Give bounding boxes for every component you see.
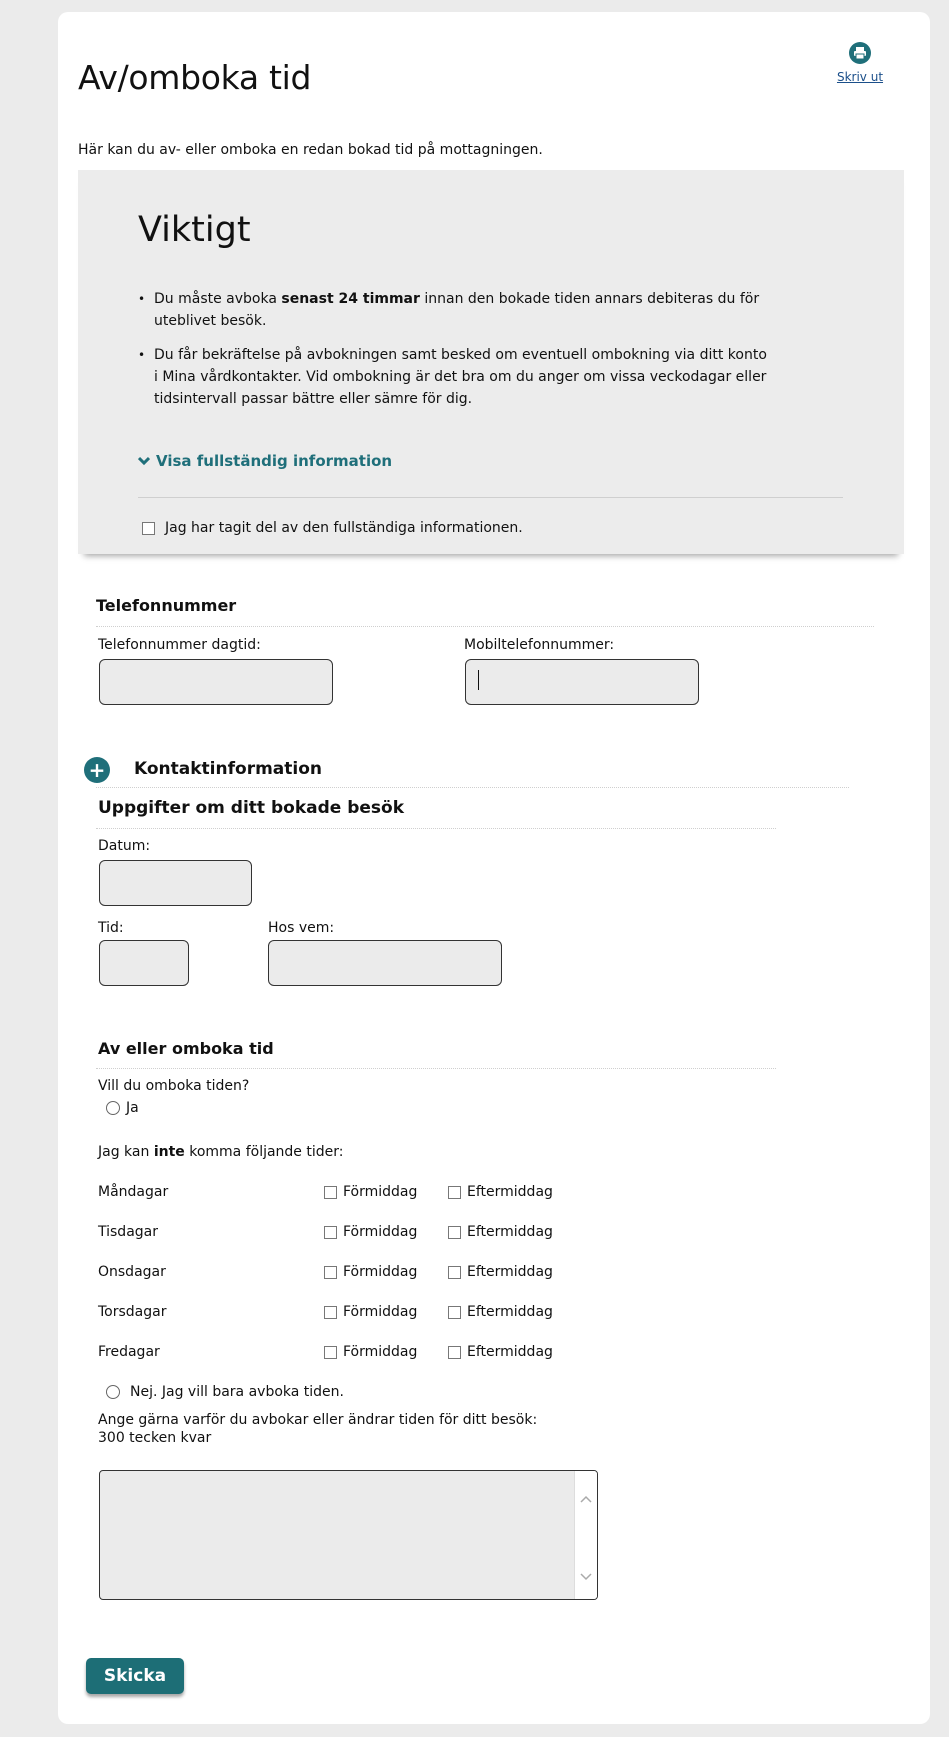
phone-day-label: Telefonnummer dagtid: (98, 637, 261, 653)
submit-button[interactable]: Skicka (86, 1658, 184, 1694)
rebook-heading: Av eller omboka tid (98, 1039, 274, 1058)
thursday-morning-checkbox[interactable] (324, 1305, 337, 1319)
phone-day-input[interactable] (99, 659, 333, 705)
phone-mobile-label: Mobiltelefonnummer: (464, 637, 615, 653)
tuesday-afternoon-checkbox[interactable] (448, 1225, 461, 1239)
day-label-monday: Måndagar (98, 1184, 169, 1200)
with-whom-input[interactable] (268, 940, 502, 986)
monday-afternoon-option[interactable]: Eftermiddag (448, 1184, 553, 1200)
chevron-down-icon (138, 456, 150, 466)
important-panel: Viktigt Du måste avboka senast 24 timmar… (78, 170, 904, 554)
cannot-come-text: Jag kan inte komma följande tider: (98, 1144, 344, 1160)
wednesday-morning-checkbox[interactable] (324, 1265, 337, 1279)
phone-separator (96, 626, 874, 627)
chars-left: 300 tecken kvar (98, 1430, 212, 1446)
reason-textarea[interactable] (99, 1470, 598, 1600)
printer-icon[interactable] (849, 42, 871, 64)
reason-label: Ange gärna varför du avbokar eller ändra… (98, 1412, 538, 1428)
rebook-yes-option[interactable]: Ja (106, 1100, 139, 1116)
monday-morning-option[interactable]: Förmiddag (324, 1184, 417, 1200)
day-label-tuesday: Tisdagar (98, 1224, 158, 1240)
text-caret (478, 670, 479, 690)
confirm-info-checkbox[interactable] (142, 521, 155, 535)
confirm-info-row[interactable]: Jag har tagit del av den fullständiga in… (142, 520, 523, 536)
with-whom-label: Hos vem: (268, 920, 335, 936)
date-input[interactable] (99, 860, 252, 906)
confirm-info-label[interactable]: Jag har tagit del av den fullständiga in… (165, 520, 523, 536)
important-bullet-1: Du måste avboka senast 24 timmar innan d… (134, 288, 774, 332)
thursday-morning-option[interactable]: Förmiddag (324, 1304, 417, 1320)
monday-afternoon-checkbox[interactable] (448, 1185, 461, 1199)
day-label-wednesday: Onsdagar (98, 1264, 166, 1280)
visit-heading: Uppgifter om ditt bokade besök (98, 798, 405, 818)
rebook-separator (96, 1068, 776, 1069)
date-label: Datum: (98, 838, 151, 854)
rebook-question: Vill du omboka tiden? (98, 1078, 250, 1094)
rebook-yes-radio[interactable] (106, 1101, 120, 1115)
friday-morning-option[interactable]: Förmiddag (324, 1344, 417, 1360)
phone-heading: Telefonnummer (96, 596, 237, 615)
wednesday-morning-option[interactable]: Förmiddag (324, 1264, 417, 1280)
day-label-friday: Fredagar (98, 1344, 160, 1360)
cancel-only-option[interactable]: Nej. Jag vill bara avboka tiden. (106, 1384, 344, 1400)
panel-divider (138, 497, 843, 498)
contact-separator (96, 787, 849, 788)
emphasis-deadline: senast 24 timmar (281, 291, 420, 307)
page-title: Av/omboka tid (78, 58, 312, 97)
wednesday-afternoon-checkbox[interactable] (448, 1265, 461, 1279)
wednesday-afternoon-option[interactable]: Eftermiddag (448, 1264, 553, 1280)
form-card: Av/omboka tid Skriv ut Här kan du av- el… (58, 12, 930, 1724)
important-list: Du måste avboka senast 24 timmar innan d… (134, 288, 774, 422)
friday-morning-checkbox[interactable] (324, 1345, 337, 1359)
thursday-afternoon-checkbox[interactable] (448, 1305, 461, 1319)
day-label-thursday: Torsdagar (98, 1304, 167, 1320)
expand-contact-button[interactable]: + (84, 757, 110, 783)
monday-morning-checkbox[interactable] (324, 1185, 337, 1199)
contact-heading[interactable]: Kontaktinformation (134, 759, 322, 779)
friday-afternoon-option[interactable]: Eftermiddag (448, 1344, 553, 1360)
print-link[interactable]: Skriv ut (837, 70, 883, 84)
show-more-label[interactable]: Visa fullständig information (156, 452, 392, 470)
cancel-only-radio[interactable] (106, 1385, 120, 1399)
important-bullet-2: Du får bekräftelse på avbokningen samt b… (134, 344, 774, 410)
time-label: Tid: (98, 920, 124, 936)
visit-separator (96, 828, 776, 829)
textarea-scrollbar[interactable] (574, 1471, 597, 1599)
intro-text: Här kan du av- eller omboka en redan bok… (78, 142, 543, 158)
time-input[interactable] (99, 940, 189, 986)
scroll-up-icon[interactable] (580, 1495, 592, 1503)
phone-mobile-input[interactable] (465, 659, 699, 705)
friday-afternoon-checkbox[interactable] (448, 1345, 461, 1359)
thursday-afternoon-option[interactable]: Eftermiddag (448, 1304, 553, 1320)
tuesday-morning-option[interactable]: Förmiddag (324, 1224, 417, 1240)
print-button[interactable]: Skriv ut (830, 42, 890, 85)
scroll-down-icon[interactable] (580, 1573, 592, 1581)
tuesday-afternoon-option[interactable]: Eftermiddag (448, 1224, 553, 1240)
show-more-link[interactable]: Visa fullständig information (138, 452, 392, 470)
tuesday-morning-checkbox[interactable] (324, 1225, 337, 1239)
plus-icon[interactable]: + (89, 758, 106, 782)
important-title: Viktigt (138, 210, 251, 250)
